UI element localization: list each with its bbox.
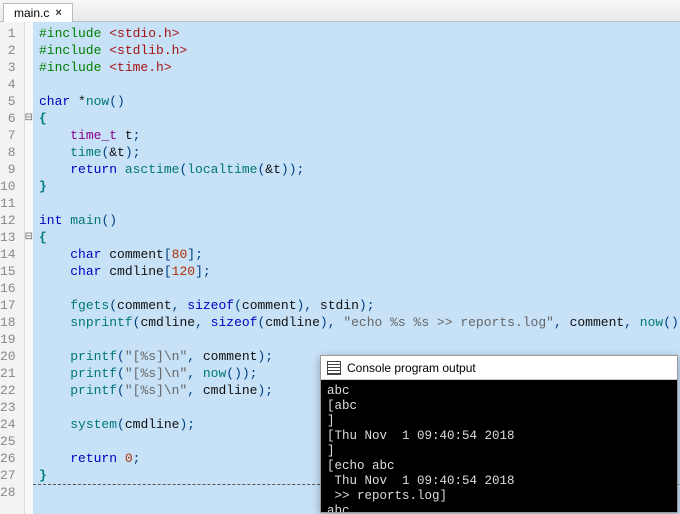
console-titlebar[interactable]: Console program output (321, 356, 677, 380)
terminal-icon (327, 361, 341, 375)
line-number: 5 (0, 93, 24, 110)
fold-marker[interactable] (25, 297, 33, 314)
fold-marker[interactable] (25, 348, 33, 365)
tab-bar: main.c × (0, 0, 680, 22)
code-line[interactable]: #include <time.h> (39, 59, 680, 76)
line-number: 3 (0, 59, 24, 76)
code-line[interactable]: char *now() (39, 93, 680, 110)
fold-marker[interactable] (25, 212, 33, 229)
line-number: 4 (0, 76, 24, 93)
fold-marker[interactable] (25, 195, 33, 212)
fold-marker[interactable] (25, 365, 33, 382)
fold-marker[interactable] (25, 229, 33, 246)
code-line[interactable]: #include <stdlib.h> (39, 42, 680, 59)
fold-marker[interactable] (25, 433, 33, 450)
line-number: 15 (0, 263, 24, 280)
fold-marker[interactable] (25, 93, 33, 110)
line-number: 25 (0, 433, 24, 450)
console-window[interactable]: Console program output abc [abc ] [Thu N… (320, 355, 678, 513)
fold-marker[interactable] (25, 314, 33, 331)
close-icon[interactable]: × (55, 7, 61, 19)
line-number: 9 (0, 161, 24, 178)
fold-marker[interactable] (25, 416, 33, 433)
fold-marker[interactable] (25, 42, 33, 59)
code-line[interactable] (39, 76, 680, 93)
line-number: 26 (0, 450, 24, 467)
code-line[interactable]: fgets(comment, sizeof(comment), stdin); (39, 297, 680, 314)
code-line[interactable]: char comment[80]; (39, 246, 680, 263)
line-number: 12 (0, 212, 24, 229)
line-number: 22 (0, 382, 24, 399)
fold-marker[interactable] (25, 178, 33, 195)
line-number: 23 (0, 399, 24, 416)
line-number: 20 (0, 348, 24, 365)
line-number: 13 (0, 229, 24, 246)
code-line[interactable]: return asctime(localtime(&t)); (39, 161, 680, 178)
code-line[interactable] (39, 331, 680, 348)
code-line[interactable]: { (39, 229, 680, 246)
line-number: 16 (0, 280, 24, 297)
fold-column (25, 22, 33, 514)
line-number: 1 (0, 25, 24, 42)
line-number: 10 (0, 178, 24, 195)
line-number: 24 (0, 416, 24, 433)
tab-main-c[interactable]: main.c × (3, 3, 73, 22)
line-number: 14 (0, 246, 24, 263)
line-number: 28 (0, 484, 24, 501)
fold-marker[interactable] (25, 484, 33, 501)
code-line[interactable]: #include <stdio.h> (39, 25, 680, 42)
code-line[interactable]: snprintf(cmdline, sizeof(cmdline), "echo… (39, 314, 680, 331)
code-line[interactable]: time(&t); (39, 144, 680, 161)
console-title: Console program output (347, 361, 476, 375)
code-line[interactable]: char cmdline[120]; (39, 263, 680, 280)
line-number: 2 (0, 42, 24, 59)
fold-marker[interactable] (25, 382, 33, 399)
line-number: 19 (0, 331, 24, 348)
line-number: 17 (0, 297, 24, 314)
fold-marker[interactable] (25, 450, 33, 467)
tab-label: main.c (14, 6, 49, 20)
fold-marker[interactable] (25, 399, 33, 416)
fold-marker[interactable] (25, 110, 33, 127)
code-line[interactable]: } (39, 178, 680, 195)
fold-marker[interactable] (25, 161, 33, 178)
line-number: 6 (0, 110, 24, 127)
code-line[interactable]: time_t t; (39, 127, 680, 144)
code-line[interactable] (39, 280, 680, 297)
line-number: 8 (0, 144, 24, 161)
fold-marker[interactable] (25, 331, 33, 348)
line-gutter: 1234567891011121314151617181920212223242… (0, 22, 25, 514)
fold-marker[interactable] (25, 76, 33, 93)
fold-marker[interactable] (25, 127, 33, 144)
line-number: 11 (0, 195, 24, 212)
line-number: 18 (0, 314, 24, 331)
code-line[interactable] (39, 195, 680, 212)
fold-marker[interactable] (25, 25, 33, 42)
line-number: 21 (0, 365, 24, 382)
fold-marker[interactable] (25, 467, 33, 484)
fold-marker[interactable] (25, 144, 33, 161)
fold-marker[interactable] (25, 246, 33, 263)
line-number: 7 (0, 127, 24, 144)
fold-marker[interactable] (25, 263, 33, 280)
fold-marker[interactable] (25, 280, 33, 297)
code-line[interactable]: int main() (39, 212, 680, 229)
code-line[interactable]: { (39, 110, 680, 127)
fold-marker[interactable] (25, 59, 33, 76)
console-output: abc [abc ] [Thu Nov 1 09:40:54 2018 ] [e… (321, 380, 677, 512)
line-number: 27 (0, 467, 24, 484)
